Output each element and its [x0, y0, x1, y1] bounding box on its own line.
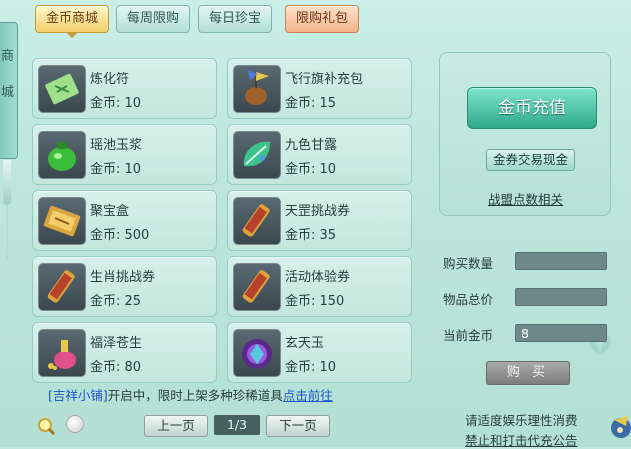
flag-bag-icon [233, 65, 281, 113]
shop-notice: [吉祥小铺]开启中，限时上架多种珍稀道具点击前往 [48, 385, 333, 404]
shop-item-card[interactable]: 飞行旗补充包 金币: 15 [227, 58, 412, 119]
purple-gem-icon [233, 329, 281, 377]
moderation-notice: 请适度娱乐理性消费 [465, 413, 578, 428]
item-name: 飞行旗补充包 [285, 72, 364, 87]
jade-jar-icon [38, 131, 86, 179]
toggle-dot-icon[interactable] [66, 415, 84, 433]
prev-page-button[interactable]: 上一页 [144, 415, 208, 437]
item-price: 金币: 10 [90, 162, 142, 177]
potion-icon [38, 329, 86, 377]
item-name: 天罡挑战券 [285, 204, 351, 219]
shop-item-card[interactable]: 福泽苍生 金币: 80 [32, 322, 217, 383]
banner-cord [6, 200, 8, 260]
gold-recharge-button[interactable]: 金币充值 [467, 87, 597, 129]
notice-prefix: [吉祥小铺] [48, 388, 108, 403]
item-price: 金币: 15 [285, 96, 337, 111]
current-gold-label: 当前金币 [443, 328, 494, 343]
scroll-icon [233, 263, 281, 311]
total-price-field [515, 288, 607, 306]
tab-gold-shop[interactable]: 金币商城 [35, 5, 109, 33]
tab-daily-treasure[interactable]: 每日珍宝 [198, 5, 272, 33]
notice-link[interactable]: 点击前往 [283, 388, 333, 403]
talisman-icon [38, 65, 86, 113]
treasure-box-icon [38, 197, 86, 245]
shop-item-card[interactable]: 生肖挑战券 金币: 25 [32, 256, 217, 317]
banner-tassel [3, 160, 11, 205]
side-banner-char: 商 [1, 49, 15, 64]
page-indicator: 1/3 [214, 415, 260, 435]
scroll-icon [38, 263, 86, 311]
buy-quantity-label: 购买数量 [443, 256, 494, 271]
item-name: 炼化符 [90, 72, 130, 87]
item-price: 金币: 10 [90, 96, 142, 111]
side-banner-char: 城 [1, 85, 15, 100]
item-name: 活动体验券 [285, 270, 351, 285]
item-price: 金币: 80 [90, 360, 142, 375]
tab-weekly-limit[interactable]: 每周限购 [116, 5, 190, 33]
shop-side-banner: 商 城 [0, 22, 18, 159]
magnifier-icon[interactable] [37, 417, 55, 435]
tab-limited-gift[interactable]: 限购礼包 [285, 5, 359, 33]
next-page-button[interactable]: 下一页 [266, 415, 330, 437]
current-gold-field: 8 [515, 324, 607, 342]
corner-mascot-icon [611, 416, 631, 438]
voucher-exchange-button[interactable]: 金券交易现金 [486, 149, 575, 171]
guild-points-link[interactable]: 战盟点数相关 [488, 189, 563, 208]
dew-leaf-icon [233, 131, 281, 179]
shop-item-card[interactable]: 聚宝盒 金币: 500 [32, 190, 217, 251]
item-name: 玄天玉 [285, 336, 325, 351]
buy-button[interactable]: 购 买 [486, 361, 570, 385]
shop-item-card[interactable]: 天罡挑战券 金币: 35 [227, 190, 412, 251]
anti-proxy-notice-link[interactable]: 禁止和打击代充公告 [465, 430, 578, 449]
item-name: 聚宝盒 [90, 204, 130, 219]
total-price-label: 物品总价 [443, 292, 494, 307]
item-price: 金币: 35 [285, 228, 337, 243]
item-price: 金币: 10 [285, 162, 337, 177]
item-price: 金币: 10 [285, 360, 337, 375]
item-price: 金币: 150 [285, 294, 345, 309]
shop-item-card[interactable]: 玄天玉 金币: 10 [227, 322, 412, 383]
item-name: 生肖挑战券 [90, 270, 156, 285]
item-name: 瑶池玉浆 [90, 138, 143, 153]
shop-item-card[interactable]: 活动体验券 金币: 150 [227, 256, 412, 317]
shop-item-card[interactable]: 炼化符 金币: 10 [32, 58, 217, 119]
scroll-icon [233, 197, 281, 245]
shop-item-card[interactable]: 九色甘露 金币: 10 [227, 124, 412, 185]
item-price: 金币: 500 [90, 228, 150, 243]
item-name: 九色甘露 [285, 138, 338, 153]
item-name: 福泽苍生 [90, 336, 143, 351]
notice-text: 开启中，限时上架多种珍稀道具 [107, 388, 283, 403]
active-tab-pointer [66, 32, 78, 38]
buy-quantity-field[interactable] [515, 252, 607, 270]
item-price: 金币: 25 [90, 294, 142, 309]
shop-item-card[interactable]: 瑶池玉浆 金币: 10 [32, 124, 217, 185]
